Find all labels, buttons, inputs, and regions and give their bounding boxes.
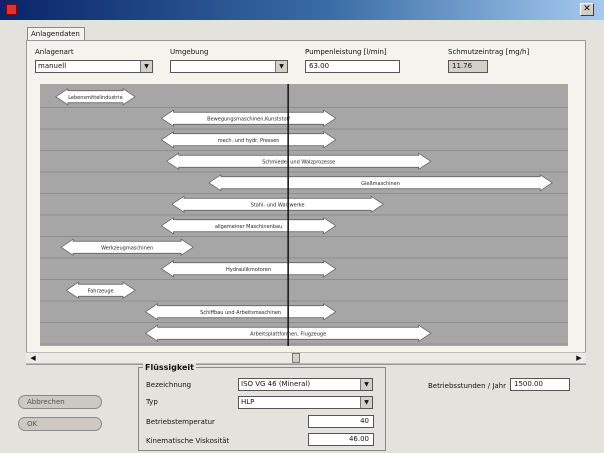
range-label: Fahrzeuge: [88, 288, 114, 294]
app-icon: [6, 4, 17, 15]
chevron-down-icon[interactable]: ▼: [275, 61, 287, 72]
umgebung-label: Umgebung: [170, 48, 209, 56]
ok-button[interactable]: OK: [18, 417, 102, 431]
chevron-down-icon[interactable]: ▼: [360, 379, 372, 390]
typ-label: Typ: [146, 398, 158, 406]
horizontal-scrollbar[interactable]: ◀ ▶: [26, 352, 586, 364]
betriebsstunden-label: Betriebsstunden / Jahr: [428, 382, 507, 390]
pumpenleistung-label: Pumpenleistung [l/min]: [305, 48, 387, 56]
anlagenart-label: Anlagenart: [35, 48, 74, 56]
bezeichnung-value: ISO VG 46 (Mineral): [241, 380, 311, 388]
range-label: Lebensmittelindustrie: [68, 95, 122, 101]
bezeichnung-select[interactable]: ISO VG 46 (Mineral) ▼: [238, 378, 373, 391]
anlagenart-select[interactable]: manuell ▼: [35, 60, 153, 73]
tab-anlagendaten[interactable]: Anlagendaten: [27, 27, 85, 41]
typ-value: HLP: [241, 398, 255, 406]
range-label: mech. und hydr. Pressen: [218, 138, 280, 144]
range-label: Stahl- und Walzwerke: [251, 202, 305, 208]
range-label: allgemeiner Maschinenbau: [215, 224, 282, 230]
range-label: Schiffbau und Arbeitsmaschinen: [200, 310, 281, 316]
betriebstemperatur-input[interactable]: 40: [308, 415, 374, 428]
cancel-button[interactable]: Abbrechen: [18, 395, 102, 409]
typ-select[interactable]: HLP ▼: [238, 396, 373, 409]
viskositaet-label: Kinematische Viskosität: [146, 437, 230, 445]
chevron-down-icon[interactable]: ▼: [360, 397, 372, 408]
pumpenleistung-input[interactable]: 63.00: [305, 60, 400, 73]
bezeichnung-label: Bezeichnung: [146, 381, 192, 389]
anlagenart-value: manuell: [38, 62, 67, 70]
viskositaet-input[interactable]: 46.00: [308, 433, 374, 446]
title-bar: ✕: [0, 0, 604, 20]
range-label: Schmiede- und Walzprozesse: [262, 159, 335, 165]
scroll-right-arrow-icon[interactable]: ▶: [574, 353, 584, 363]
application-range-chart: Lebensmittelindustrie Bewegungsmaschinen,…: [40, 84, 568, 346]
range-label: Gießmaschinen: [361, 181, 400, 187]
chevron-down-icon[interactable]: ▼: [140, 61, 152, 72]
range-label: Werkzeugmaschinen: [101, 245, 153, 251]
scroll-left-arrow-icon[interactable]: ◀: [28, 353, 38, 363]
range-label: Hydraulikmotoren: [226, 267, 271, 273]
range-label: Bewegungsmaschinen,Kunststoff: [207, 116, 290, 122]
schmutzeintrag-value: 11.76: [448, 60, 488, 73]
schmutzeintrag-label: Schmutzeintrag [mg/h]: [448, 48, 530, 56]
umgebung-select[interactable]: ▼: [170, 60, 288, 73]
betriebsstunden-input[interactable]: 1500.00: [510, 378, 570, 391]
betriebstemperatur-label: Betriebstemperatur: [146, 418, 215, 426]
scroll-thumb[interactable]: [292, 353, 300, 363]
close-button[interactable]: ✕: [580, 3, 594, 16]
fluid-group-title: Flüssigkeit: [143, 363, 196, 372]
